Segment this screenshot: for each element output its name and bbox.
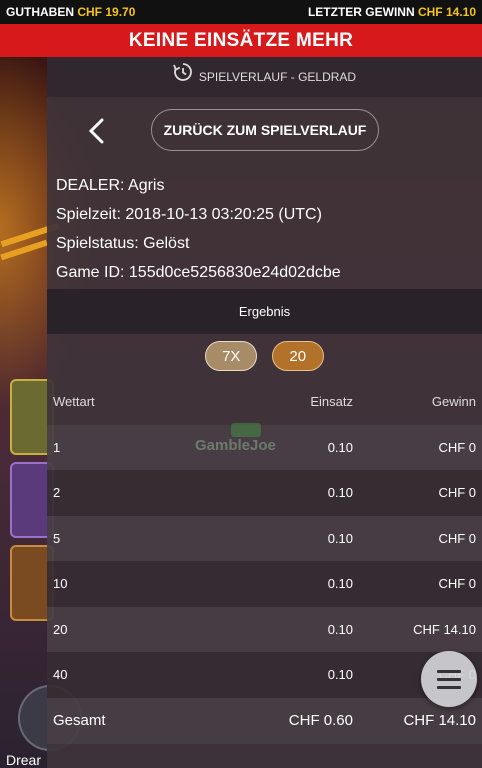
last-win-value: CHF 14.10: [417, 5, 476, 19]
panel-title: SPIELVERLAUF - GELDRAD: [198, 70, 357, 84]
stake-cell: 0.10: [213, 470, 353, 516]
result-chip-multiplier: 7X: [205, 341, 258, 371]
game-time-info: Spielzeit: 2018-10-13 03:20:25 (UTC): [56, 206, 322, 223]
table-row: 40 0.10 CHF 0: [47, 652, 482, 698]
table-row: 2 0.10 CHF 0: [47, 470, 482, 516]
stake-cell: 0.10: [213, 561, 353, 607]
bet-type-cell: 20: [47, 606, 213, 652]
hamburger-icon: [437, 678, 461, 681]
total-stake-cell: CHF 0.60: [213, 697, 353, 744]
stake-cell: 0.10: [213, 652, 353, 698]
menu-button[interactable]: [421, 651, 477, 707]
stake-cell: 0.10: [213, 515, 353, 561]
balance-label: GUTHABEN: [6, 5, 74, 19]
no-more-bets-banner: KEINE EINSÄTZE MEHR: [0, 24, 482, 57]
result-chips: 7X 20: [47, 334, 482, 379]
hamburger-icon: [437, 686, 461, 689]
back-to-history-button[interactable]: ZURÜCK ZUM SPIELVERLAUF: [151, 109, 379, 151]
bet-type-cell: 1: [47, 424, 213, 470]
result-chip-segment: 20: [271, 341, 324, 371]
column-header-win: Gewinn: [431, 394, 476, 410]
bets-table: Wettart Einsatz Gewinn 1 0.10 CHF 0 2 0.…: [47, 379, 482, 744]
panel-header: SPIELVERLAUF - GELDRAD: [47, 57, 482, 97]
bet-type-cell: 40: [47, 652, 213, 698]
game-id-info: Game ID: 155d0ce5256830e24d02dcbe: [56, 264, 341, 281]
hamburger-icon: [437, 670, 461, 673]
table-row: 10 0.10 CHF 0: [47, 561, 482, 607]
column-header-bet-type: Wettart: [53, 394, 95, 410]
round-info: DEALER: Agris Spielzeit: 2018-10-13 03:2…: [47, 171, 482, 287]
navigation-row: ZURÜCK ZUM SPIELVERLAUF: [47, 97, 482, 171]
table-header-row: Wettart Einsatz Gewinn: [47, 379, 482, 425]
game-status-info: Spielstatus: Gelöst: [56, 235, 190, 252]
table-row: 20 0.10 CHF 14.10: [47, 606, 482, 652]
last-win: LETZTER GEWINN CHF 14.10: [308, 0, 476, 24]
win-cell: CHF 0: [353, 424, 482, 470]
dealer-info: DEALER: Agris: [56, 177, 165, 194]
balance-value: CHF 19.70: [77, 5, 136, 19]
win-cell: CHF 14.10: [353, 606, 482, 652]
background-bottom-text: Drear: [6, 752, 42, 768]
watermark-dice-icon: [231, 423, 261, 437]
result-title: Ergebnis: [47, 289, 482, 334]
table-row: 5 0.10 CHF 0: [47, 515, 482, 561]
balance: GUTHABEN CHF 19.70: [6, 0, 135, 24]
win-cell: CHF 0: [353, 561, 482, 607]
total-label-cell: Gesamt: [47, 697, 213, 744]
history-icon: [173, 58, 193, 98]
bet-type-cell: 10: [47, 561, 213, 607]
last-win-label: LETZTER GEWINN: [307, 5, 415, 19]
status-bar: GUTHABEN CHF 19.70 LETZTER GEWINN CHF 14…: [0, 0, 482, 24]
bet-type-cell: 2: [47, 470, 213, 516]
stake-cell: 0.10: [213, 606, 353, 652]
column-header-stake: Einsatz: [310, 394, 353, 410]
bet-type-cell: 5: [47, 515, 213, 561]
win-cell: CHF 0: [353, 515, 482, 561]
back-chevron-icon[interactable]: [85, 115, 109, 147]
table-total-row: Gesamt CHF 0.60 CHF 14.10: [47, 697, 482, 744]
total-win-cell: CHF 14.10: [353, 697, 482, 744]
win-cell: CHF 0: [353, 470, 482, 516]
history-panel: SPIELVERLAUF - GELDRAD ZURÜCK ZUM SPIELV…: [47, 57, 482, 768]
watermark: GambleJoe: [195, 437, 276, 454]
